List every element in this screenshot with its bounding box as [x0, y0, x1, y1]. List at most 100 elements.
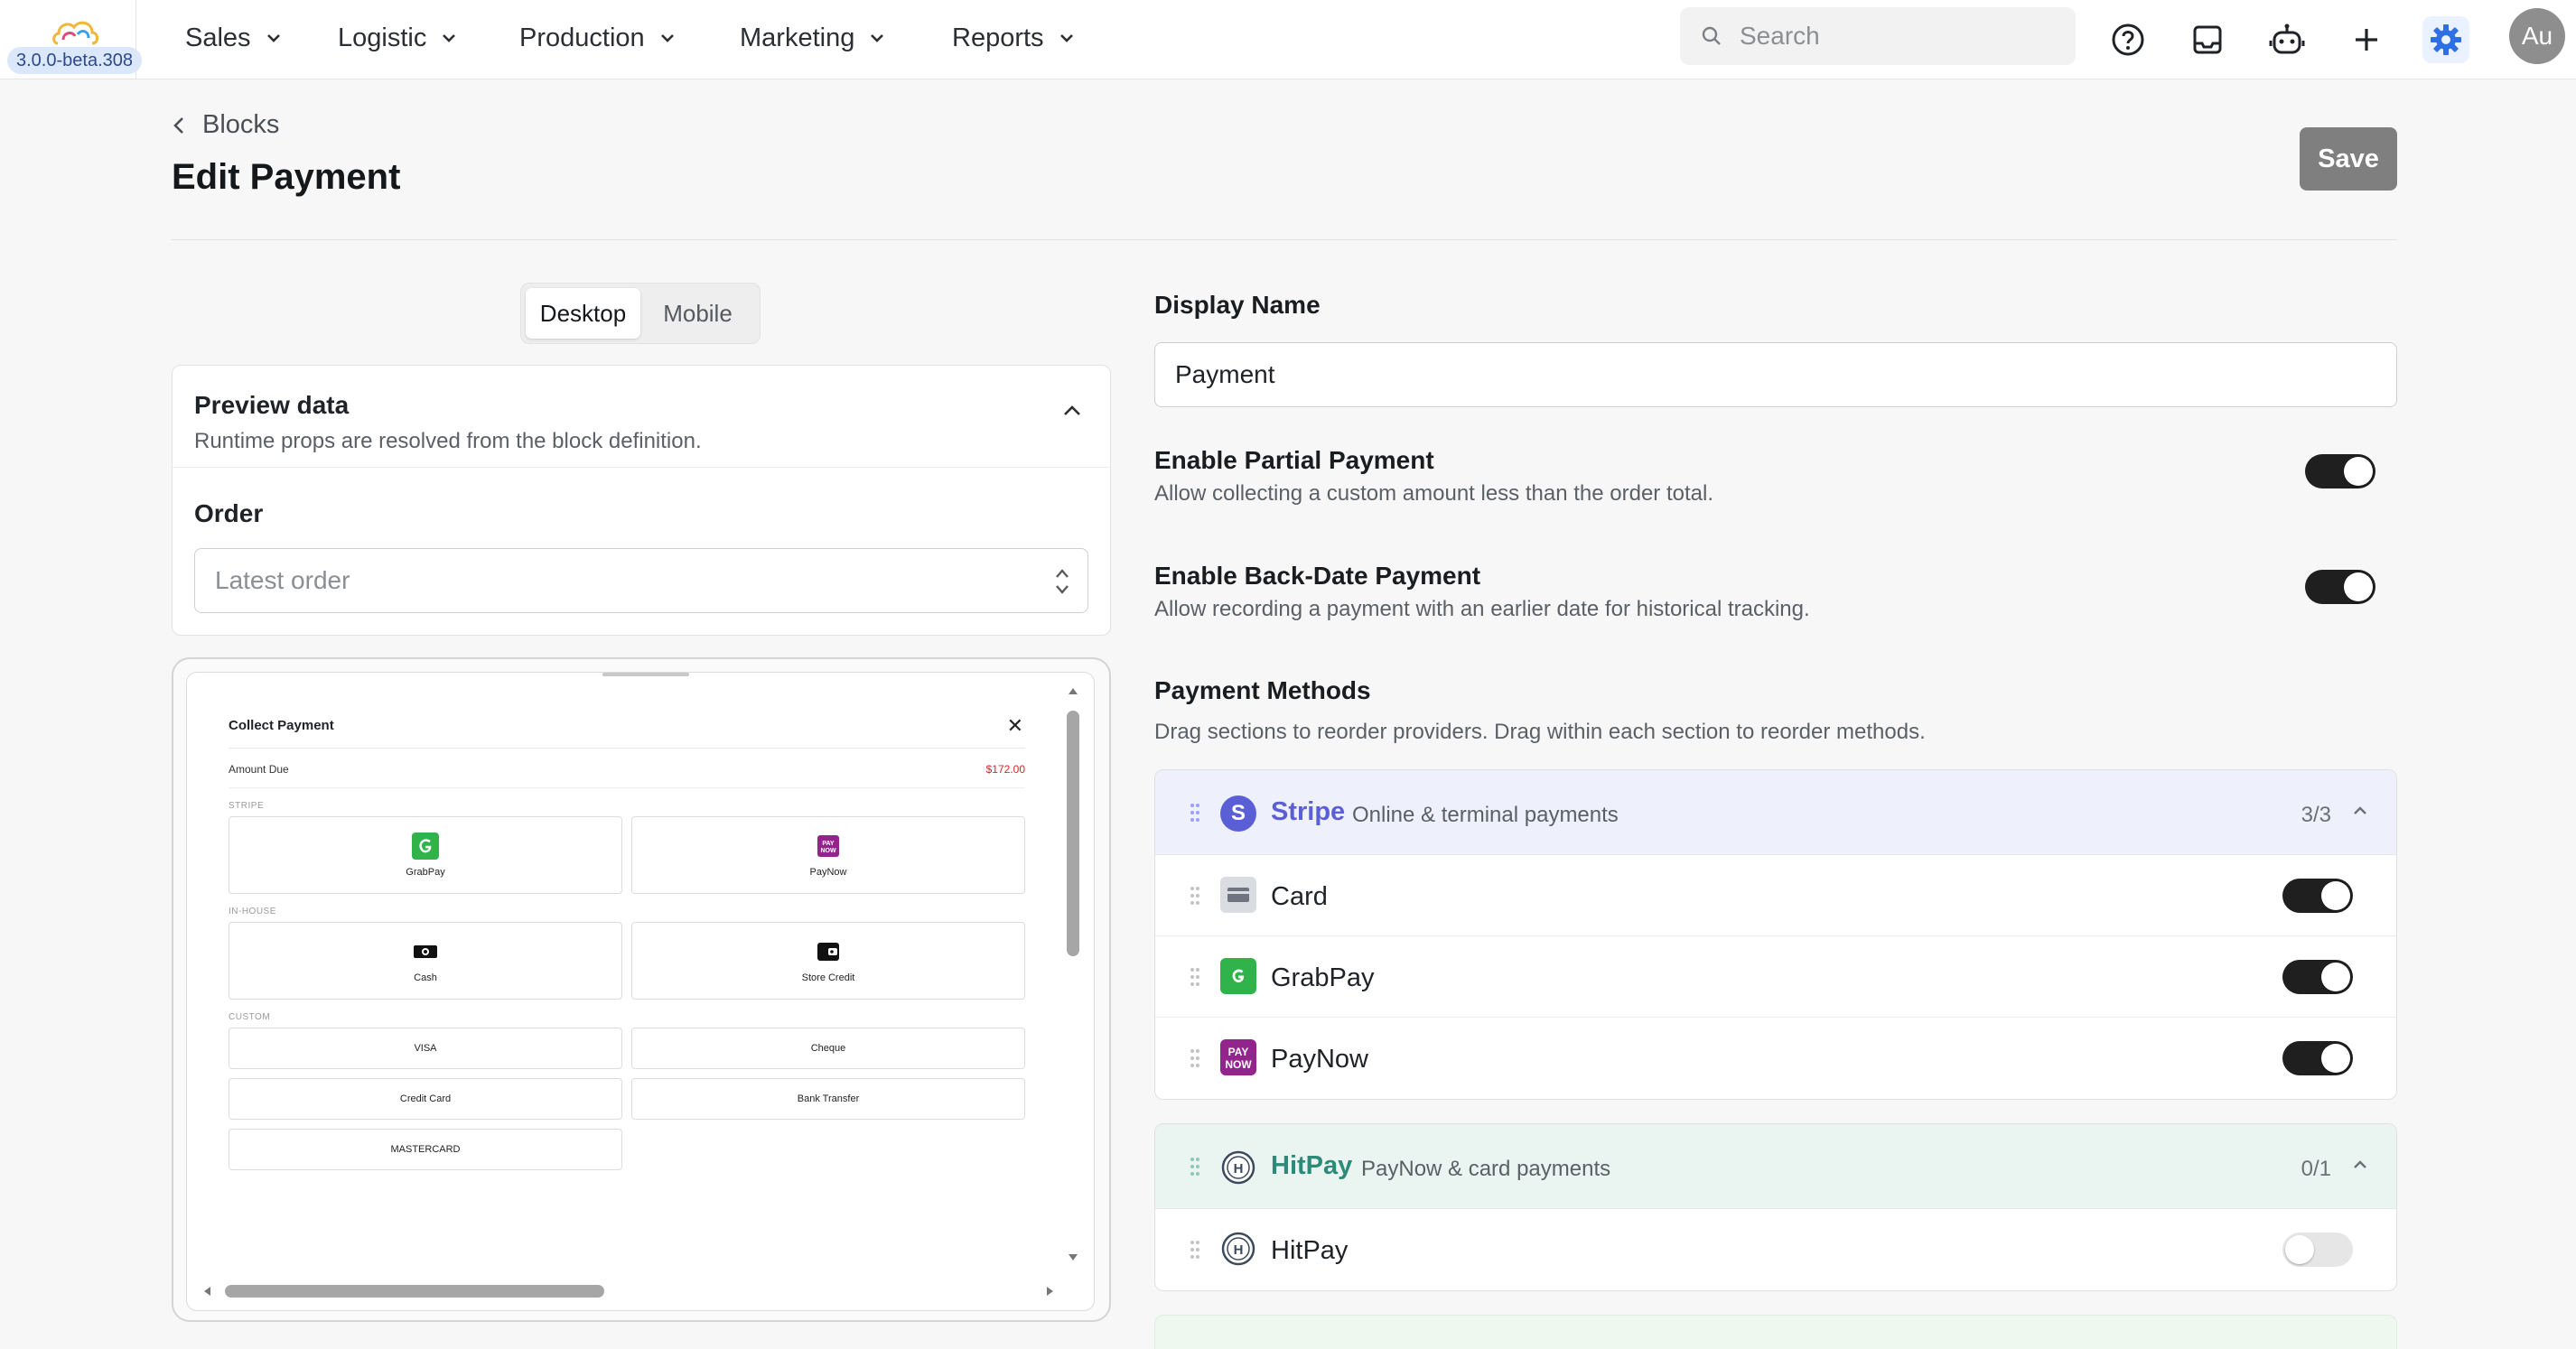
method-grid: VISA Cheque Credit Card Bank Transfer MA… — [229, 1028, 1025, 1170]
modal-title: Collect Payment — [229, 718, 334, 733]
chevron-up-icon[interactable] — [2351, 1158, 2369, 1171]
hitpay-icon: H — [1220, 1231, 1256, 1267]
scroll-down-arrow-icon[interactable] — [1067, 1252, 1079, 1263]
horizontal-scrollbar[interactable] — [204, 1285, 1056, 1298]
tab-mobile[interactable]: Mobile — [640, 288, 755, 339]
provider-header[interactable]: S Stripe Online & terminal payments 3/3 — [1155, 770, 2396, 855]
preview-viewport[interactable]: Collect Payment ✕ Amount Due $172.00 STR… — [186, 672, 1095, 1311]
method-tile-grabpay[interactable]: GrabPay — [229, 816, 622, 894]
method-tile-store-credit[interactable]: Store Credit — [631, 922, 1025, 1000]
tab-desktop[interactable]: Desktop — [526, 288, 640, 339]
display-name-label: Display Name — [1154, 291, 1321, 319]
method-name: HitPay — [1271, 1236, 1349, 1265]
chevron-left-icon — [173, 116, 183, 134]
close-icon[interactable]: ✕ — [1007, 714, 1023, 738]
search-input[interactable] — [1740, 22, 2047, 51]
card-title: Preview data — [194, 391, 350, 419]
hitpay-logo-icon: H — [1220, 1149, 1256, 1186]
method-tile-paynow[interactable]: PAY NOW PayNow — [631, 816, 1025, 894]
backdate-payment-toggle[interactable] — [2305, 570, 2375, 604]
scroll-right-arrow-icon[interactable] — [1045, 1285, 1056, 1298]
method-grid: GrabPay PAY NOW PayNow — [229, 816, 1025, 894]
amount-row: Amount Due $172.00 — [229, 749, 1025, 788]
section-label: STRIPE — [229, 801, 265, 811]
method-tile-bank-transfer[interactable]: Bank Transfer — [631, 1078, 1025, 1120]
scrollbar-thumb[interactable] — [1067, 711, 1079, 956]
method-toggle-hitpay[interactable] — [2282, 1233, 2353, 1267]
nav-production[interactable]: Production — [519, 20, 677, 56]
method-row-paynow: PAY NOW PayNow — [1155, 1018, 2396, 1099]
search-box[interactable] — [1680, 7, 2076, 65]
bot-icon — [2269, 23, 2305, 54]
drag-handle-icon[interactable] — [1190, 1157, 1200, 1177]
method-row-grabpay: GrabPay — [1155, 936, 2396, 1018]
backdate-payment-desc: Allow recording a payment with an earlie… — [1154, 597, 1810, 621]
svg-text:PAY: PAY — [822, 841, 835, 847]
method-toggle-paynow[interactable] — [2282, 1041, 2353, 1075]
display-name-input[interactable] — [1154, 342, 2397, 407]
drag-handle-icon[interactable] — [1190, 803, 1200, 823]
method-tile-cash[interactable]: Cash — [229, 922, 622, 1000]
assistant-button[interactable] — [2263, 16, 2310, 63]
settings-button[interactable] — [2422, 16, 2469, 63]
vertical-scrollbar[interactable] — [1067, 688, 1079, 1269]
chevron-up-icon[interactable] — [2351, 805, 2369, 817]
chevron-up-icon[interactable] — [1061, 404, 1083, 418]
nav-marketing[interactable]: Marketing — [740, 20, 887, 56]
order-label: Order — [194, 499, 264, 527]
amount-value: $172.00 — [985, 763, 1025, 776]
order-select[interactable]: Latest order — [194, 548, 1088, 613]
drag-handle-icon[interactable] — [1190, 1048, 1200, 1068]
inbox-icon — [2193, 25, 2222, 54]
partial-payment-desc: Allow collecting a custom amount less th… — [1154, 481, 1713, 506]
toggle-knob — [2321, 963, 2350, 991]
drag-handle-icon[interactable] — [1190, 967, 1200, 987]
version-badge: 3.0.0-beta.308 — [7, 47, 142, 74]
method-toggle-grabpay[interactable] — [2282, 960, 2353, 994]
scroll-up-arrow-icon[interactable] — [1067, 685, 1079, 696]
chevron-down-icon — [871, 34, 884, 42]
provider-hitpay: H HitPay PayNow & card payments 0/1 H Hi… — [1154, 1123, 2397, 1291]
method-tile-mastercard[interactable]: MASTERCARD — [229, 1129, 622, 1170]
inbox-button[interactable] — [2184, 16, 2231, 63]
method-tile-credit-card[interactable]: Credit Card — [229, 1078, 622, 1120]
provider-count: 0/1 — [2301, 1157, 2331, 1181]
drag-handle-icon[interactable] — [1190, 886, 1200, 906]
provider-desc: PayNow & card payments — [1361, 1157, 1611, 1181]
method-name: GrabPay — [1271, 963, 1375, 992]
nav-sales[interactable]: Sales — [185, 20, 284, 56]
nav-logistic[interactable]: Logistic — [338, 20, 459, 56]
drag-handle-icon[interactable] — [1190, 1240, 1200, 1260]
nav-label: Sales — [185, 23, 251, 52]
method-tile-visa[interactable]: VISA — [229, 1028, 622, 1069]
section-label: IN-HOUSE — [229, 907, 276, 916]
provider-header[interactable]: H HitPay PayNow & card payments 0/1 — [1155, 1124, 2396, 1209]
method-tile-cheque[interactable]: Cheque — [631, 1028, 1025, 1069]
scroll-left-arrow-icon[interactable] — [201, 1285, 212, 1298]
section-label: CUSTOM — [229, 1012, 271, 1022]
partial-payment-toggle[interactable] — [2305, 454, 2375, 488]
breadcrumb[interactable]: Blocks — [172, 110, 279, 140]
save-button[interactable]: Save — [2300, 127, 2397, 191]
nav-label: Production — [519, 23, 645, 52]
toggle-knob — [2344, 572, 2373, 601]
method-row-hitpay: H HitPay — [1155, 1209, 2396, 1290]
payment-methods-title: Payment Methods — [1154, 676, 1371, 704]
divider — [173, 467, 1110, 468]
provider-next — [1154, 1315, 2397, 1349]
method-toggle-card[interactable] — [2282, 879, 2353, 913]
chevron-down-icon — [660, 34, 674, 42]
nav-reports[interactable]: Reports — [952, 20, 1077, 56]
create-button[interactable] — [2343, 16, 2390, 63]
chevron-down-icon — [266, 34, 280, 42]
credit-card-icon — [1220, 877, 1256, 913]
toggle-knob — [2321, 1044, 2350, 1073]
toggle-knob — [2285, 1235, 2314, 1264]
view-toggle: Desktop Mobile — [520, 283, 761, 344]
cloud-logo-icon[interactable] — [51, 14, 101, 51]
scrollbar-thumb[interactable] — [225, 1285, 604, 1298]
help-button[interactable] — [2105, 16, 2151, 63]
avatar[interactable]: Au — [2509, 8, 2565, 64]
toggle-knob — [2344, 457, 2373, 486]
grabpay-icon — [1220, 958, 1256, 994]
